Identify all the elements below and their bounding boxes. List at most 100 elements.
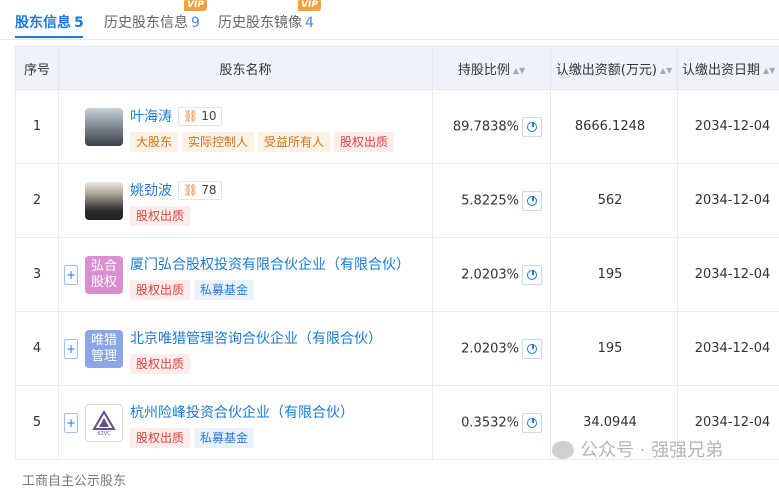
- row-index: 5: [16, 386, 59, 460]
- shareholder-name[interactable]: 杭州险峰投资合伙企业（有限合伙）: [130, 402, 354, 422]
- expand-button[interactable]: +: [64, 413, 78, 433]
- shareholder-name[interactable]: 姚劲波 ⛓78: [130, 180, 222, 200]
- table-header-row: 序号 股东名称 持股比例▲▼ 认缴出资额(万元)▲▼ 认缴出资日期▲▼: [16, 47, 779, 90]
- relation-count: 78: [201, 183, 216, 197]
- tag-equity-pledge[interactable]: 股权出质: [130, 354, 190, 374]
- expand-button[interactable]: +: [64, 265, 78, 285]
- sort-icon[interactable]: ▲▼: [763, 66, 775, 75]
- name-text[interactable]: 姚劲波: [130, 183, 172, 199]
- tag-list: 股权出质私募基金: [130, 428, 258, 448]
- share-percent-cell: 5.8225%: [433, 164, 551, 238]
- expand-button[interactable]: +: [64, 339, 78, 359]
- avatar[interactable]: 弘合 股权: [85, 256, 123, 294]
- name-text[interactable]: 叶海涛: [130, 109, 172, 125]
- watermark-text: 公众号 · 强强兄弟: [580, 440, 723, 461]
- share-percent-cell: 0.3532%: [433, 386, 551, 460]
- pie-chart-icon[interactable]: [522, 265, 542, 285]
- share-percent: 0.3532%: [461, 415, 519, 430]
- avatar[interactable]: K2VC: [85, 404, 123, 442]
- sort-icon[interactable]: ▲▼: [513, 66, 525, 75]
- shareholder-name[interactable]: 北京唯猎管理咨询合伙企业（有限合伙）: [130, 328, 382, 348]
- shareholder-cell: + 弘合 股权 厦门弘合股权投资有限合伙企业（有限合伙） 股权出质私募基金: [59, 238, 433, 312]
- row-index: 2: [16, 164, 59, 238]
- avatar[interactable]: 唯猎 管理: [85, 330, 123, 368]
- pie-chart-icon[interactable]: [522, 117, 542, 137]
- pie-chart-icon[interactable]: [522, 413, 542, 433]
- header-label: 认缴出资日期: [682, 63, 760, 78]
- logo-text: K2VC: [86, 431, 122, 437]
- tag-equity-pledge[interactable]: 股权出质: [334, 132, 394, 152]
- date-cell: 2034-12-04: [678, 238, 779, 312]
- tag-private-fund[interactable]: 私募基金: [194, 428, 254, 448]
- share-percent: 2.0203%: [461, 267, 519, 282]
- tab-count: 4: [305, 15, 314, 31]
- amount-cell: 562: [551, 164, 678, 238]
- tag-equity-pledge[interactable]: 股权出质: [130, 206, 190, 226]
- row-index: 3: [16, 238, 59, 312]
- table-row: 4 + 唯猎 管理 北京唯猎管理咨询合伙企业（有限合伙） 股权出质 2.0203…: [16, 312, 779, 386]
- shareholder-cell: 姚劲波 ⛓78 股权出质: [59, 164, 433, 238]
- tab-count: 9: [191, 15, 200, 31]
- tab-label: 股东信息: [15, 15, 71, 31]
- shareholder-table: 序号 股东名称 持股比例▲▼ 认缴出资额(万元)▲▼ 认缴出资日期▲▼ 1 叶海…: [15, 46, 779, 460]
- shareholder-name[interactable]: 叶海涛 ⛓10: [130, 106, 222, 126]
- active-tab-indicator: [15, 36, 83, 38]
- tag-list: 股权出质: [130, 354, 194, 374]
- tag-major-shareholder[interactable]: 大股东: [130, 132, 178, 152]
- date-cell: 2034-12-04: [678, 312, 779, 386]
- tag-equity-pledge[interactable]: 股权出质: [130, 428, 190, 448]
- table-row: 3 + 弘合 股权 厦门弘合股权投资有限合伙企业（有限合伙） 股权出质私募基金 …: [16, 238, 779, 312]
- col-header-amount[interactable]: 认缴出资额(万元)▲▼: [551, 47, 678, 90]
- vip-badge: VIP: [298, 0, 321, 11]
- relation-network-icon: ⛓: [183, 109, 198, 123]
- footer-note: 工商自主公示股东: [22, 470, 126, 489]
- sort-icon[interactable]: ▲▼: [660, 66, 672, 75]
- row-index: 1: [16, 90, 59, 164]
- amount-cell: 195: [551, 238, 678, 312]
- relation-badge[interactable]: ⛓10: [178, 107, 222, 126]
- table-row: 2 姚劲波 ⛓78 股权出质 5.8225% 562 2034-12-04: [16, 164, 779, 238]
- tab-history-shareholder-mirror[interactable]: 历史股东镜像4VIP: [218, 12, 314, 32]
- tag-private-fund[interactable]: 私募基金: [194, 280, 254, 300]
- tab-label: 历史股东镜像: [218, 15, 302, 31]
- watermark: 公众号 · 强强兄弟: [552, 436, 723, 462]
- shareholder-cell: + 唯猎 管理 北京唯猎管理咨询合伙企业（有限合伙） 股权出质: [59, 312, 433, 386]
- relation-network-icon: ⛓: [183, 183, 198, 197]
- tab-history-shareholder-info[interactable]: 历史股东信息9VIP: [104, 12, 200, 32]
- col-header-name: 股东名称: [59, 47, 433, 90]
- avatar[interactable]: [85, 108, 123, 146]
- amount-cell: 8666.1248: [551, 90, 678, 164]
- share-percent-cell: 2.0203%: [433, 238, 551, 312]
- tag-list: 大股东实际控制人受益所有人股权出质: [130, 132, 398, 152]
- tab-label: 历史股东信息: [104, 15, 188, 31]
- avatar[interactable]: [85, 182, 123, 220]
- pie-chart-icon[interactable]: [522, 191, 542, 211]
- tag-list: 股权出质私募基金: [130, 280, 258, 300]
- tab-shareholder-info[interactable]: 股东信息5: [15, 12, 84, 32]
- header-label: 认缴出资额(万元): [556, 63, 657, 78]
- share-percent-cell: 89.7838%: [433, 90, 551, 164]
- tab-bar: 股东信息5 历史股东信息9VIP 历史股东镜像4VIP: [0, 0, 779, 40]
- vip-badge: VIP: [184, 0, 207, 11]
- amount-cell: 195: [551, 312, 678, 386]
- share-percent-cell: 2.0203%: [433, 312, 551, 386]
- col-header-date[interactable]: 认缴出资日期▲▼: [678, 47, 779, 90]
- date-cell: 2034-12-04: [678, 90, 779, 164]
- relation-badge[interactable]: ⛓78: [178, 181, 222, 200]
- tag-equity-pledge[interactable]: 股权出质: [130, 280, 190, 300]
- tab-count: 5: [74, 15, 84, 31]
- tag-beneficial-owner[interactable]: 受益所有人: [258, 132, 330, 152]
- pie-chart-icon[interactable]: [522, 339, 542, 359]
- tag-list: 股权出质: [130, 206, 194, 226]
- share-percent: 2.0203%: [461, 341, 519, 356]
- shareholder-name[interactable]: 厦门弘合股权投资有限合伙企业（有限合伙）: [130, 254, 410, 274]
- shareholder-cell: + K2VC 杭州险峰投资合伙企业（有限合伙） 股权出质私募基金: [59, 386, 433, 460]
- header-label: 持股比例: [458, 63, 510, 78]
- date-cell: 2034-12-04: [678, 164, 779, 238]
- shareholder-cell: 叶海涛 ⛓10 大股东实际控制人受益所有人股权出质: [59, 90, 433, 164]
- col-header-percent[interactable]: 持股比例▲▼: [433, 47, 551, 90]
- share-percent: 89.7838%: [453, 119, 519, 134]
- tag-actual-controller[interactable]: 实际控制人: [182, 132, 254, 152]
- row-index: 4: [16, 312, 59, 386]
- table-row: 1 叶海涛 ⛓10 大股东实际控制人受益所有人股权出质 89.7838% 8666…: [16, 90, 779, 164]
